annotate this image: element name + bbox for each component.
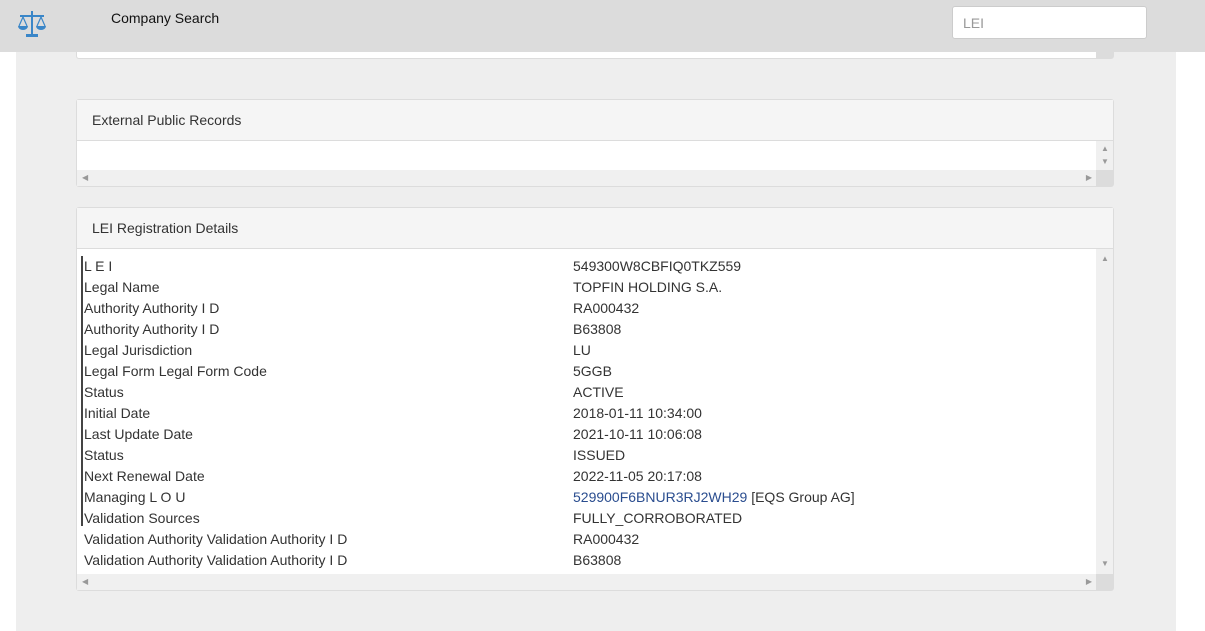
detail-label: Validation Authority Validation Authorit… (84, 531, 348, 547)
horizontal-scrollbar[interactable]: ◀ ▶ (77, 574, 1096, 590)
detail-row: Next Renewal Date 2022-11-05 20:17:08 (83, 466, 1098, 487)
scroll-corner (1096, 170, 1113, 186)
detail-label: Initial Date (84, 405, 151, 421)
detail-row: Initial Date 2018-01-11 10:34:00 (83, 403, 1098, 424)
horizontal-scrollbar[interactable]: ◀ ▶ (77, 170, 1096, 186)
vertical-scrollbar[interactable]: ▲ ▼ (1096, 141, 1113, 171)
detail-value: ACTIVE (573, 384, 624, 400)
scroll-left-icon[interactable]: ◀ (82, 174, 88, 182)
detail-row: Status ISSUED (83, 445, 1098, 466)
main-content: External Public Records ▲ ▼ ◀ ▶ LEI Regi… (16, 45, 1176, 631)
detail-label: Next Renewal Date (84, 468, 205, 484)
scroll-left-icon[interactable]: ◀ (82, 578, 88, 586)
detail-row: Last Update Date 2021-10-11 10:06:08 (83, 424, 1098, 445)
detail-value: LU (573, 342, 591, 358)
scroll-right-icon[interactable]: ▶ (1086, 174, 1092, 182)
app-title-link[interactable]: Company Search (111, 10, 219, 26)
top-navbar: Company Search (0, 0, 1205, 52)
scroll-down-icon[interactable]: ▼ (1101, 158, 1109, 166)
scroll-up-icon[interactable]: ▲ (1101, 255, 1109, 263)
details-list: L E I 549300W8CBFIQ0TKZ559 Legal Name TO… (81, 256, 1098, 568)
detail-value: ISSUED (573, 447, 626, 463)
lei-registration-details-panel: LEI Registration Details L E I 549300W8C… (76, 207, 1114, 591)
detail-label: Authority Authority I D (84, 300, 220, 316)
detail-label: Last Update Date (84, 426, 193, 442)
detail-label: Legal Name (84, 279, 160, 295)
detail-row: Status ACTIVE (83, 382, 1098, 403)
scroll-corner (1096, 574, 1113, 590)
detail-label: Authority Authority I D (84, 321, 220, 337)
detail-value: B63808 (573, 552, 622, 568)
panel-title: LEI Registration Details (77, 208, 1113, 249)
detail-value: 2018-01-11 10:34:00 (573, 405, 702, 421)
managing-lou-link[interactable]: 529900F6BNUR3RJ2WH29 (573, 489, 747, 505)
vertical-scrollbar[interactable]: ▲ ▼ (1096, 249, 1113, 574)
detail-value: TOPFIN HOLDING S.A. (573, 279, 723, 295)
detail-label: Validation Sources (84, 510, 200, 526)
detail-row: Managing L O U 529900F6BNUR3RJ2WH29 [EQS… (83, 487, 1098, 508)
managing-lou-name: [EQS Group AG] (747, 489, 855, 505)
panel-title: External Public Records (77, 100, 1113, 141)
detail-label: Managing L O U (84, 489, 186, 505)
detail-row: Legal Form Legal Form Code 5GGB (83, 361, 1098, 382)
detail-row: L E I 549300W8CBFIQ0TKZ559 (83, 256, 1098, 277)
detail-row: Legal Name TOPFIN HOLDING S.A. (83, 277, 1098, 298)
detail-row: Validation Sources FULLY_CORROBORATED (83, 508, 1098, 529)
detail-label: Status (84, 447, 124, 463)
external-public-records-panel: External Public Records ▲ ▼ ◀ ▶ (76, 99, 1114, 187)
detail-row: Authority Authority I D RA000432 (83, 298, 1098, 319)
detail-value: FULLY_CORROBORATED (573, 510, 743, 526)
detail-row: Legal Jurisdiction LU (83, 340, 1098, 361)
scroll-up-icon[interactable]: ▲ (1101, 145, 1109, 153)
detail-label: Legal Jurisdiction (84, 342, 193, 358)
detail-label: Legal Form Legal Form Code (84, 363, 267, 379)
detail-value: RA000432 (573, 531, 640, 547)
scroll-right-icon[interactable]: ▶ (1086, 578, 1092, 586)
detail-label: L E I (84, 258, 113, 274)
detail-row: Authority Authority I D B63808 (83, 319, 1098, 340)
detail-row: Validation Authority Validation Authorit… (83, 550, 1098, 571)
scales-icon[interactable] (17, 9, 47, 39)
detail-value: RA000432 (573, 300, 640, 316)
detail-label: Validation Authority Validation Authorit… (84, 552, 348, 568)
detail-label: Status (84, 384, 124, 400)
detail-value: 549300W8CBFIQ0TKZ559 (573, 258, 742, 274)
detail-value: B63808 (573, 321, 622, 337)
detail-value: 529900F6BNUR3RJ2WH29 [EQS Group AG] (573, 487, 855, 508)
detail-value: 2021-10-11 10:06:08 (573, 426, 702, 442)
scroll-down-icon[interactable]: ▼ (1101, 560, 1109, 568)
detail-row: Validation Authority Validation Authorit… (83, 529, 1098, 550)
lei-search-input[interactable] (952, 6, 1147, 39)
detail-value: 5GGB (573, 363, 612, 379)
detail-value: 2022-11-05 20:17:08 (573, 468, 702, 484)
